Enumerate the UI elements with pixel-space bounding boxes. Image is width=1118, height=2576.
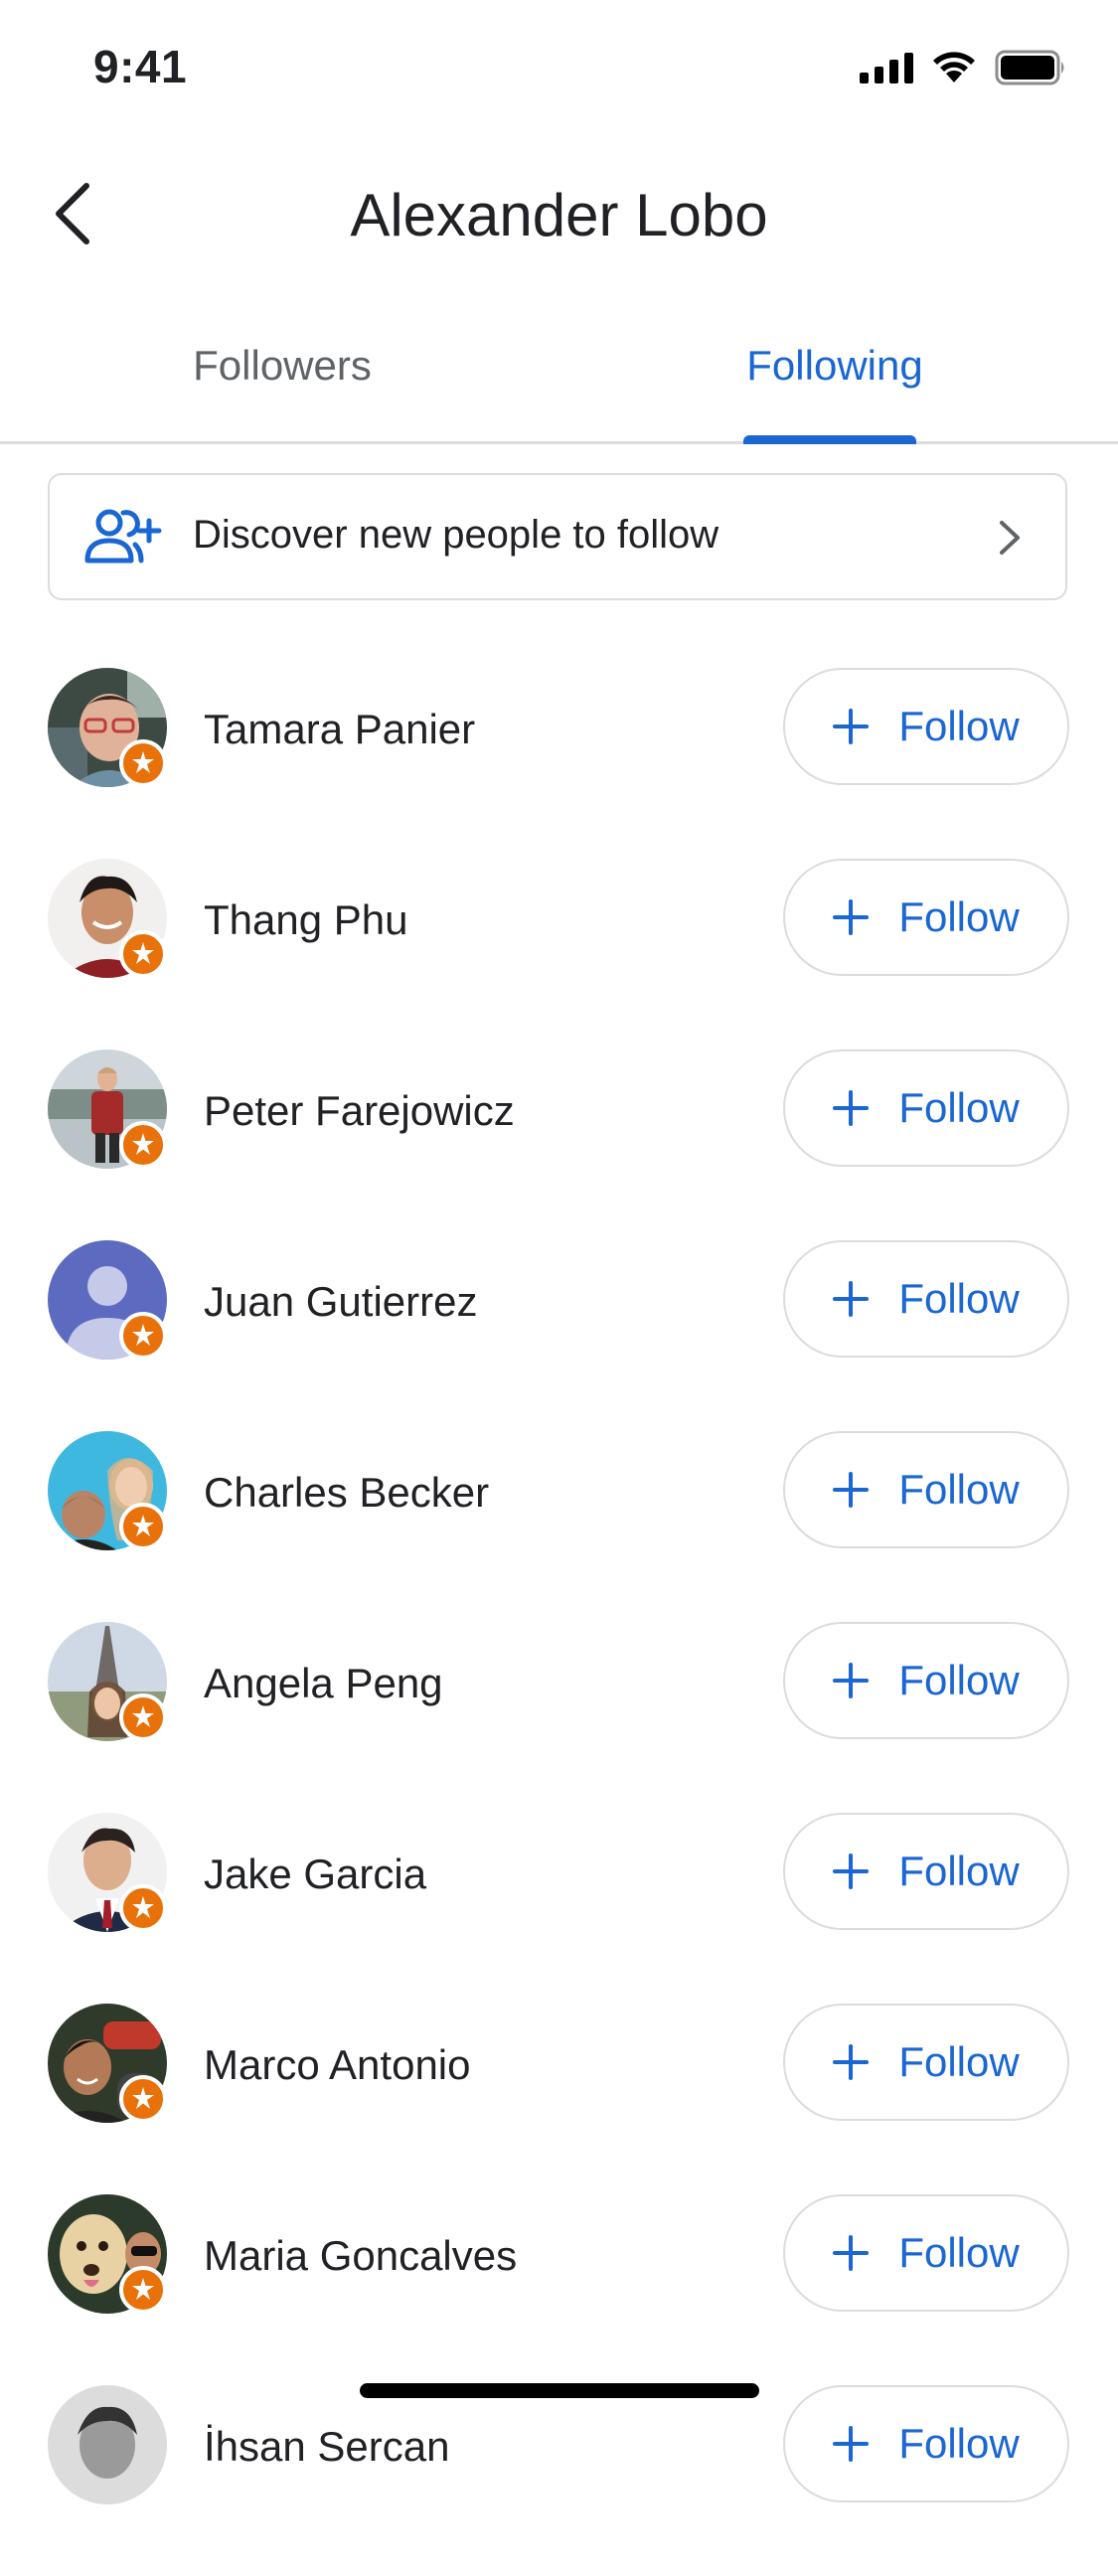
plus-icon [833, 2235, 870, 2271]
person-name: Peter Farejowicz [204, 1087, 515, 1134]
follow-label: Follow [898, 703, 1020, 749]
wifi-icon [931, 51, 977, 84]
tab-bar: Followers Following [0, 318, 1118, 444]
person-name: Angela Peng [204, 1660, 443, 1706]
person-name: Marco Antonio [204, 2041, 471, 2088]
local-guide-badge-icon [119, 1312, 167, 1360]
list-item[interactable]: Thang Phu Follow [0, 859, 1118, 1049]
follow-button[interactable]: Follow [783, 1049, 1069, 1167]
follow-label: Follow [898, 893, 1020, 940]
plus-icon [833, 899, 870, 935]
status-icons [860, 50, 1068, 85]
follow-button[interactable]: Follow [783, 2385, 1069, 2502]
follow-button[interactable]: Follow [783, 2194, 1069, 2312]
follow-label: Follow [898, 1848, 1020, 1894]
follow-label: Follow [898, 2038, 1020, 2085]
active-tab-indicator [743, 435, 916, 444]
person-name: Juan Gutierrez [204, 1278, 478, 1325]
plus-icon [833, 2426, 870, 2462]
plus-icon [833, 1663, 870, 1698]
follow-label: Follow [898, 1275, 1020, 1322]
plus-icon [833, 1281, 870, 1317]
list-item[interactable]: Tamara Panier Follow [0, 668, 1118, 859]
person-name: Thang Phu [204, 896, 408, 943]
chevron-right-icon [1000, 521, 1020, 555]
person-name: Charles Becker [204, 1469, 490, 1516]
list-item[interactable]: Peter Farejowicz Follow [0, 1049, 1118, 1240]
cellular-signal-icon [860, 52, 913, 83]
local-guide-badge-icon [119, 1693, 167, 1741]
list-item[interactable]: Jake Garcia Follow [0, 1813, 1118, 2004]
follow-button[interactable]: Follow [783, 1622, 1069, 1739]
plus-icon [833, 1090, 870, 1126]
tab-following[interactable]: Following [553, 342, 1117, 390]
battery-icon [995, 50, 1068, 85]
local-guide-badge-icon [119, 1121, 167, 1169]
follow-label: Follow [898, 2420, 1020, 2467]
app-header: Alexander Lobo [0, 149, 1118, 278]
person-name: Tamara Panier [204, 706, 476, 752]
follow-label: Follow [898, 1084, 1020, 1131]
local-guide-badge-icon [119, 1503, 167, 1550]
plus-icon [833, 709, 870, 744]
list-item[interactable]: Marco Antonio Follow [0, 2004, 1118, 2194]
list-item[interactable]: İhsan Sercan Follow [0, 2385, 1118, 2576]
tab-followers[interactable]: Followers [0, 342, 564, 390]
discover-label: Discover new people to follow [193, 513, 719, 557]
local-guide-badge-icon [119, 930, 167, 978]
local-guide-badge-icon [119, 1884, 167, 1932]
follow-button[interactable]: Follow [783, 668, 1069, 785]
person-add-icon [84, 509, 162, 564]
avatar[interactable] [48, 2385, 167, 2504]
follow-button[interactable]: Follow [783, 1240, 1069, 1358]
follow-label: Follow [898, 1466, 1020, 1513]
follow-label: Follow [898, 2229, 1020, 2276]
person-name: İhsan Sercan [204, 2423, 450, 2470]
plus-icon [833, 2044, 870, 2080]
follow-button[interactable]: Follow [783, 2004, 1069, 2121]
list-item[interactable]: Angela Peng Follow [0, 1622, 1118, 1813]
follow-button[interactable]: Follow [783, 1813, 1069, 1930]
follow-button[interactable]: Follow [783, 1431, 1069, 1548]
local-guide-badge-icon [119, 739, 167, 787]
following-list: Tamara Panier Follow Thang Phu Follow Pe… [0, 668, 1118, 2576]
follow-label: Follow [898, 1657, 1020, 1703]
status-time: 9:41 [93, 41, 188, 92]
plus-icon [833, 1472, 870, 1508]
plus-icon [833, 1853, 870, 1889]
list-item[interactable]: Juan Gutierrez Follow [0, 1240, 1118, 1431]
person-name: Maria Goncalves [204, 2232, 518, 2279]
page-title: Alexander Lobo [350, 182, 768, 248]
home-indicator[interactable] [360, 2383, 759, 2398]
status-bar: 9:41 [0, 0, 1118, 139]
list-item[interactable]: Charles Becker Follow [0, 1431, 1118, 1622]
follow-button[interactable]: Follow [783, 859, 1069, 976]
local-guide-badge-icon [119, 2075, 167, 2123]
discover-people-card[interactable]: Discover new people to follow [48, 473, 1067, 600]
person-name: Jake Garcia [204, 1851, 427, 1897]
list-item[interactable]: Maria Goncalves Follow [0, 2194, 1118, 2385]
local-guide-badge-icon [119, 2266, 167, 2314]
